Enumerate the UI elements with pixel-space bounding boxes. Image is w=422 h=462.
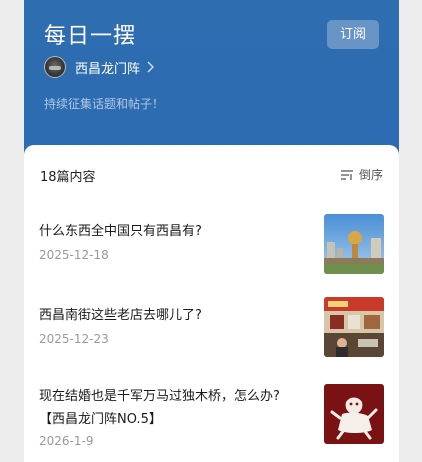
content-card: 18篇内容 倒序 什么东西全中国只有西昌有? 2025-12-18 西昌南街这些…: [24, 145, 399, 462]
article-item[interactable]: 什么东西全中国只有西昌有? 2025-12-18: [24, 203, 399, 287]
article-date: 2025-12-23: [39, 332, 109, 346]
article-date: 2026-1-9: [39, 434, 94, 448]
album-panel: 每日一摆 订阅 西昌龙门阵 持续征集话题和帖子！ 18篇内容 倒序 什么东西全中…: [24, 0, 399, 462]
article-item[interactable]: 现在结婚也是千军万马过独木桥，怎么办? 【西昌龙门阵NO.5】 2026-1-9: [24, 371, 399, 462]
article-thumbnail: [324, 384, 384, 444]
article-item[interactable]: 西昌南街这些老店去哪儿了? 2025-12-23: [24, 287, 399, 371]
article-date: 2025-12-18: [39, 248, 109, 262]
album-slogan: 持续征集话题和帖子！: [44, 97, 165, 111]
author-name: 西昌龙门阵: [75, 61, 141, 77]
article-title: 现在结婚也是千军万马过独木桥，怎么办?: [39, 389, 280, 404]
wedding-illustration: [324, 384, 384, 444]
avatar: [44, 56, 66, 78]
chevron-right-icon: [147, 61, 154, 73]
article-title-line2: 【西昌龙门阵NO.5】: [39, 412, 162, 427]
sort-icon: [340, 169, 353, 180]
article-thumbnail: [324, 214, 384, 274]
album-header: 每日一摆 订阅 西昌龙门阵 持续征集话题和帖子！: [24, 0, 399, 160]
subscribe-button[interactable]: 订阅: [327, 20, 379, 49]
sort-button[interactable]: 倒序: [340, 166, 383, 183]
list-header: 18篇内容 倒序: [24, 145, 399, 203]
album-title: 每日一摆: [44, 24, 137, 49]
article-title: 什么东西全中国只有西昌有?: [39, 224, 202, 239]
sort-label: 倒序: [358, 168, 383, 182]
article-count: 18篇内容: [40, 170, 96, 185]
article-title: 西昌南街这些老店去哪儿了?: [39, 308, 202, 323]
city-square-photo: [324, 214, 384, 274]
old-street-shop-photo: [324, 297, 384, 357]
article-thumbnail: [324, 297, 384, 357]
author-link[interactable]: 西昌龙门阵: [44, 55, 154, 79]
page: 每日一摆 订阅 西昌龙门阵 持续征集话题和帖子！ 18篇内容 倒序 什么东西全中…: [0, 0, 422, 462]
